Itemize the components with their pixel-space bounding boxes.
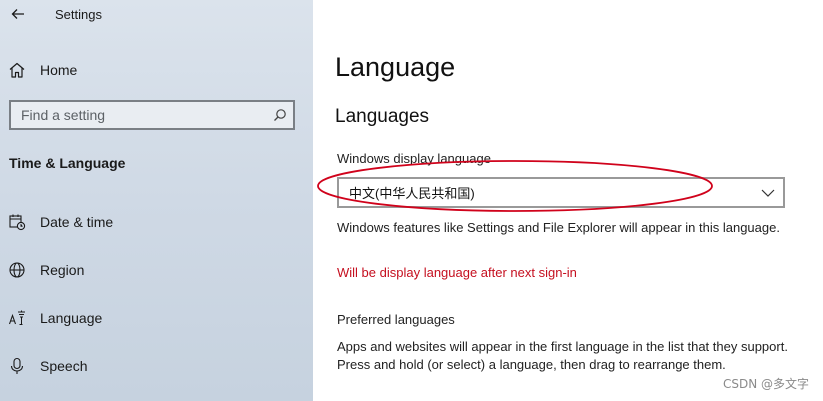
sidebar-item-language[interactable]: Language [8, 304, 298, 332]
search-box[interactable] [9, 100, 295, 130]
back-button[interactable] [6, 2, 30, 26]
preferred-languages-label: Preferred languages [337, 312, 455, 327]
page-title: Language [335, 52, 456, 82]
calendar-clock-icon [8, 213, 26, 231]
search-icon[interactable] [267, 108, 293, 122]
sidebar-item-region[interactable]: Region [8, 256, 298, 284]
sidebar-home-label: Home [40, 62, 78, 78]
sidebar-item-label: Speech [40, 358, 88, 374]
home-icon [9, 62, 25, 78]
sidebar-item-home[interactable]: Home [8, 56, 298, 84]
display-language-dropdown[interactable]: 中文(中华人民共和国) [337, 177, 785, 208]
display-language-value: 中文(中华人民共和国) [349, 186, 475, 201]
microphone-icon [8, 357, 26, 375]
sign-in-warning: Will be display language after next sign… [337, 265, 577, 280]
chevron-down-icon [753, 189, 783, 197]
sidebar: Settings Home Time & Language Date & tim… [0, 0, 313, 401]
main-content: Language Languages Windows display langu… [313, 0, 823, 401]
window-title: Settings [55, 7, 102, 22]
display-language-label: Windows display language [337, 151, 491, 166]
preferred-languages-description: Apps and websites will appear in the fir… [337, 339, 788, 372]
watermark: CSDN @多文字 [722, 377, 809, 391]
sidebar-item-label: Language [40, 310, 103, 326]
globe-icon [8, 261, 26, 279]
display-language-note: Windows features like Settings and File … [337, 220, 780, 235]
sidebar-section-title: Time & Language [9, 155, 126, 171]
language-icon [8, 309, 26, 327]
sidebar-item-label: Region [40, 262, 85, 278]
sidebar-item-date-time[interactable]: Date & time [8, 208, 298, 236]
title-bar: Settings [0, 0, 313, 28]
search-input[interactable] [11, 106, 267, 124]
back-arrow-icon [11, 9, 24, 19]
sidebar-item-label: Date & time [40, 214, 114, 230]
sidebar-item-speech[interactable]: Speech [8, 352, 298, 380]
section-title: Languages [335, 106, 430, 127]
